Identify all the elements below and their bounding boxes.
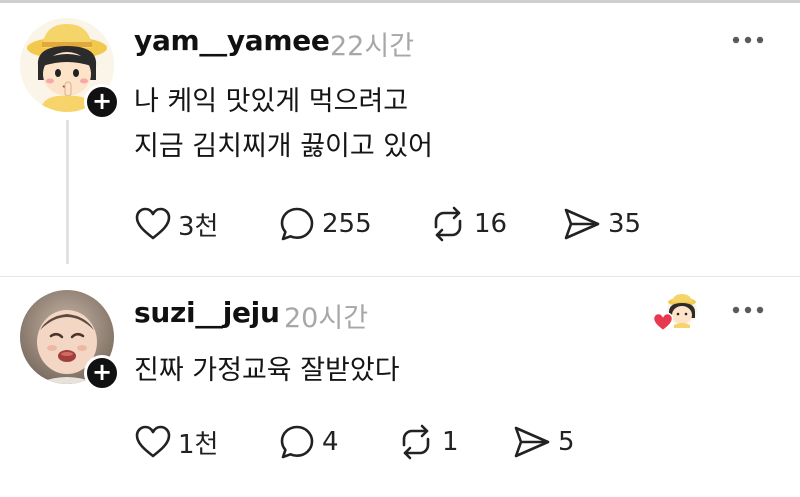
like-button[interactable]: 1천 [134,422,218,462]
comment-bubble-icon [280,425,314,459]
like-button[interactable]: 3천 [134,204,218,244]
heart-icon [135,207,171,240]
post-text-line-1: 진짜 가정교육 잘받았다 [134,355,400,386]
repost-arrows-icon [434,206,462,242]
repost-arrows-icon [402,424,430,460]
like-count: 1천 [178,429,219,460]
post-divider [0,276,800,277]
share-count: 35 [608,209,642,239]
share-count: 5 [558,427,575,457]
send-icon [514,426,550,458]
more-dots-icon[interactable] [728,300,768,320]
author-liked-indicator [652,292,697,332]
reply-button[interactable]: 4 [278,422,339,462]
share-button[interactable]: 5 [512,422,575,462]
repost-count: 1 [442,427,459,457]
thread-line [66,120,69,264]
repost-button[interactable]: 16 [428,204,507,244]
comment-bubble-icon [280,207,314,241]
more-dots-icon[interactable] [728,30,768,50]
reply-button[interactable]: 255 [278,204,372,244]
heart-icon [135,425,171,458]
reply-count: 4 [322,427,339,457]
top-divider [0,0,800,3]
post-text-line-1: 나 케익 맛있게 먹으려고 [134,86,409,117]
timestamp: 20시간 [284,303,369,334]
red-heart-icon [652,312,674,332]
follow-plus-button[interactable]: + [84,84,120,120]
reply-count: 255 [322,209,372,239]
follow-plus-button[interactable]: + [84,355,120,391]
like-count: 3천 [178,211,219,242]
post-text-line-2: 지금 김치찌개 끓이고 있어 [134,131,433,162]
repost-count: 16 [474,209,508,239]
share-button[interactable]: 35 [562,204,641,244]
timestamp: 22시간 [330,31,415,62]
username[interactable]: yam__yamee [134,24,330,57]
send-icon [564,208,600,240]
username[interactable]: suzi__jeju [134,296,280,329]
repost-button[interactable]: 1 [396,422,459,462]
